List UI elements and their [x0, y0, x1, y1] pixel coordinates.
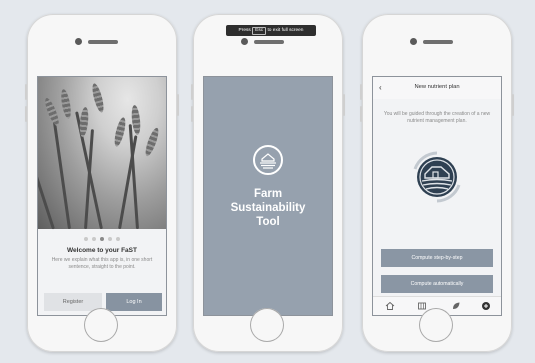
compute-step-by-step-button[interactable]: Compute step-by-step	[381, 249, 493, 267]
esc-key[interactable]: Esc	[252, 27, 267, 35]
app-name-line: Sustainability	[230, 202, 306, 214]
pagination-dot[interactable]	[92, 237, 96, 241]
onboarding-screen: Welcome to your FaST Here we explain wha…	[37, 76, 167, 316]
side-button	[512, 94, 514, 116]
splash-background: Farm Sustainability Tool	[204, 77, 332, 315]
pagination-dot[interactable]	[116, 237, 120, 241]
pagination-dot[interactable]	[108, 237, 112, 241]
pagination-dots[interactable]	[38, 237, 166, 241]
add-icon[interactable]	[481, 301, 491, 311]
camera-icon	[75, 38, 82, 45]
side-button	[25, 106, 27, 122]
speaker-grille	[254, 40, 284, 44]
wheat-photo	[38, 77, 166, 230]
compute-automatically-button[interactable]: Compute automatically	[381, 275, 493, 293]
side-button	[177, 94, 179, 116]
register-button[interactable]: Register	[44, 293, 102, 311]
banner-suffix: to exit full screen	[267, 28, 304, 33]
app-name-line: Tool	[256, 216, 280, 228]
speaker-grille	[423, 40, 453, 44]
side-button	[25, 84, 27, 100]
phone-nutrient-plan: ‹ New nutrient plan You will be guided t…	[360, 14, 514, 352]
phone-splash: Farm Sustainability Tool	[191, 14, 345, 352]
side-button	[360, 84, 362, 100]
app-name: Farm Sustainability Tool	[204, 187, 332, 229]
camera-icon	[241, 38, 248, 45]
nav-bar: ‹ New nutrient plan	[373, 77, 501, 99]
nutrient-plan-screen: ‹ New nutrient plan You will be guided t…	[372, 76, 502, 316]
welcome-title: Welcome to your FaST	[67, 247, 137, 254]
pagination-dot[interactable]	[84, 237, 88, 241]
home-button[interactable]	[84, 308, 118, 342]
camera-icon	[410, 38, 417, 45]
fullscreen-banner: Press Esc to exit full screen	[226, 25, 316, 36]
home-button[interactable]	[250, 308, 284, 342]
plan-description: You will be guided through the creation …	[383, 111, 491, 124]
phone-onboarding: Welcome to your FaST Here we explain wha…	[25, 14, 179, 352]
speaker-grille	[88, 40, 118, 44]
banner-prefix: Press	[238, 28, 251, 33]
side-button	[343, 94, 345, 116]
farm-logo-icon	[253, 145, 283, 175]
app-name-line: Farm	[253, 188, 283, 200]
pagination-dot-active[interactable]	[100, 237, 104, 241]
welcome-description: Here we explain what this app is, in one…	[51, 257, 153, 270]
login-button[interactable]: Log In	[106, 293, 162, 311]
home-icon[interactable]	[385, 301, 395, 311]
side-button	[360, 106, 362, 122]
side-button	[191, 84, 193, 100]
map-icon[interactable]	[417, 301, 427, 311]
side-button	[191, 106, 193, 122]
page-title: New nutrient plan	[414, 84, 460, 90]
home-button[interactable]	[419, 308, 453, 342]
farm-illustration-icon	[413, 151, 461, 203]
leaf-icon[interactable]	[451, 301, 461, 311]
splash-screen: Farm Sustainability Tool	[203, 76, 333, 316]
